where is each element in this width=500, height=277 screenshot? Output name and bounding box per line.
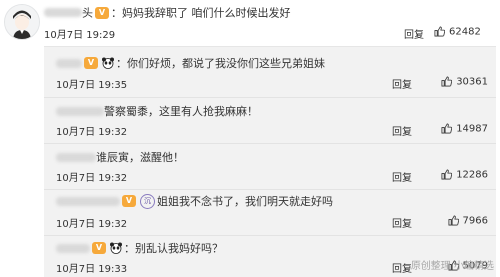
reply-reply-button[interactable]: 回复 bbox=[392, 215, 412, 230]
post-author-name[interactable] bbox=[44, 8, 82, 17]
reply-divider bbox=[44, 143, 496, 144]
reply-divider bbox=[44, 235, 496, 236]
post-like-count: 62482 bbox=[449, 26, 481, 38]
reply-date: 10月7日 bbox=[56, 173, 96, 184]
reply-like-button[interactable]: 14987 bbox=[441, 123, 488, 135]
reply-reply-button[interactable]: 回复 bbox=[392, 123, 412, 138]
post-reply-button[interactable]: 回复 bbox=[404, 26, 424, 41]
replies-panel: V ：你们好烦，都说了我没你们这些兄弟姐妹 10月7日 19:35 回复 3036… bbox=[44, 46, 496, 277]
reply-date: 10月7日 bbox=[56, 80, 96, 91]
vip-badge-icon: V bbox=[84, 57, 98, 69]
reply-time: 19:33 bbox=[98, 264, 128, 275]
post-avatar[interactable] bbox=[4, 4, 40, 40]
thumb-up-icon bbox=[441, 123, 453, 134]
thumb-up-icon bbox=[448, 215, 459, 226]
reply-3-header: 谁辰寅，滋醒他！ bbox=[56, 149, 184, 165]
reply-author-name[interactable] bbox=[56, 58, 82, 68]
reply-text: 姐姐我不念书了，我们明天就走好吗 bbox=[157, 195, 333, 208]
reply-timestamp: 10月7日 19:33 bbox=[56, 260, 127, 275]
reply-timestamp: 10月7日 19:35 bbox=[56, 76, 127, 91]
reply-timestamp: 10月7日 19:32 bbox=[56, 123, 127, 138]
reply-time: 19:32 bbox=[98, 127, 128, 138]
reply-like-count: 7966 bbox=[462, 215, 488, 227]
reply-author-name[interactable] bbox=[56, 243, 90, 253]
reply-reply-button[interactable]: 回复 bbox=[392, 260, 412, 275]
post-text: ：妈妈我辞职了 咱们什么时候出发好 bbox=[111, 6, 291, 20]
reply-4-header: V 沉姐姐我不念书了，我们明天就走好吗 bbox=[56, 193, 333, 209]
reply-like-count: 12286 bbox=[456, 169, 488, 181]
level-badge-icon: 沉 bbox=[140, 193, 155, 209]
post-timestamp: 10月7日 19:29 bbox=[44, 26, 115, 41]
panda-emoji-icon bbox=[109, 242, 123, 254]
vip-badge-icon: V bbox=[95, 6, 109, 19]
reply-author-name[interactable] bbox=[56, 106, 104, 116]
reply-like-button[interactable]: 7966 bbox=[448, 215, 488, 227]
thumb-up-icon bbox=[441, 76, 453, 87]
reply-divider bbox=[44, 189, 496, 190]
reply-1-header: V ：你们好烦，都说了我没你们这些兄弟姐妹 bbox=[56, 55, 325, 71]
post-like-button[interactable]: 62482 bbox=[434, 26, 481, 38]
post-author-suffix[interactable]: 头 bbox=[82, 7, 93, 20]
vip-badge-icon: V bbox=[92, 242, 106, 254]
reply-5-header: V ：别乱认我妈好吗？ bbox=[56, 240, 223, 256]
reply-like-count: 14987 bbox=[456, 123, 488, 135]
panda-emoji-icon bbox=[101, 57, 115, 69]
reply-like-button[interactable]: 30361 bbox=[441, 76, 488, 88]
thumb-up-icon bbox=[434, 26, 446, 37]
post-date: 10月7日 bbox=[44, 30, 84, 41]
post-header: 头 V ：妈妈我辞职了 咱们什么时候出发好 bbox=[44, 2, 492, 20]
reply-time: 19:35 bbox=[98, 80, 128, 91]
vip-badge-icon: V bbox=[122, 195, 136, 207]
reply-text: 谁辰寅，滋醒他！ bbox=[96, 151, 184, 164]
reply-timestamp: 10月7日 19:32 bbox=[56, 215, 127, 230]
reply-text: ：别乱认我妈好吗？ bbox=[124, 242, 223, 255]
watermark: 原创整理 小编精选 bbox=[410, 261, 494, 272]
reply-timestamp: 10月7日 19:32 bbox=[56, 169, 127, 184]
reply-date: 10月7日 bbox=[56, 219, 96, 230]
reply-2-header: 警察蜀黍，这里有人抢我麻麻！ bbox=[56, 103, 258, 119]
reply-reply-button[interactable]: 回复 bbox=[392, 76, 412, 91]
reply-like-count: 30361 bbox=[456, 76, 488, 88]
reply-date: 10月7日 bbox=[56, 127, 96, 138]
reply-author-name[interactable] bbox=[56, 152, 96, 162]
reply-date: 10月7日 bbox=[56, 264, 96, 275]
reply-text: 警察蜀黍，这里有人抢我麻麻！ bbox=[104, 105, 258, 118]
reply-divider bbox=[44, 97, 496, 98]
reply-time: 19:32 bbox=[98, 219, 128, 230]
reply-like-button[interactable]: 12286 bbox=[441, 169, 488, 181]
avatar-illustration-icon bbox=[5, 5, 39, 39]
post-time: 19:29 bbox=[86, 30, 116, 41]
reply-reply-button[interactable]: 回复 bbox=[392, 169, 412, 184]
thumb-up-icon bbox=[441, 169, 453, 180]
reply-text: ：你们好烦，都说了我没你们这些兄弟姐妹 bbox=[116, 57, 325, 70]
reply-time: 19:32 bbox=[98, 173, 128, 184]
reply-author-name[interactable] bbox=[56, 196, 120, 206]
